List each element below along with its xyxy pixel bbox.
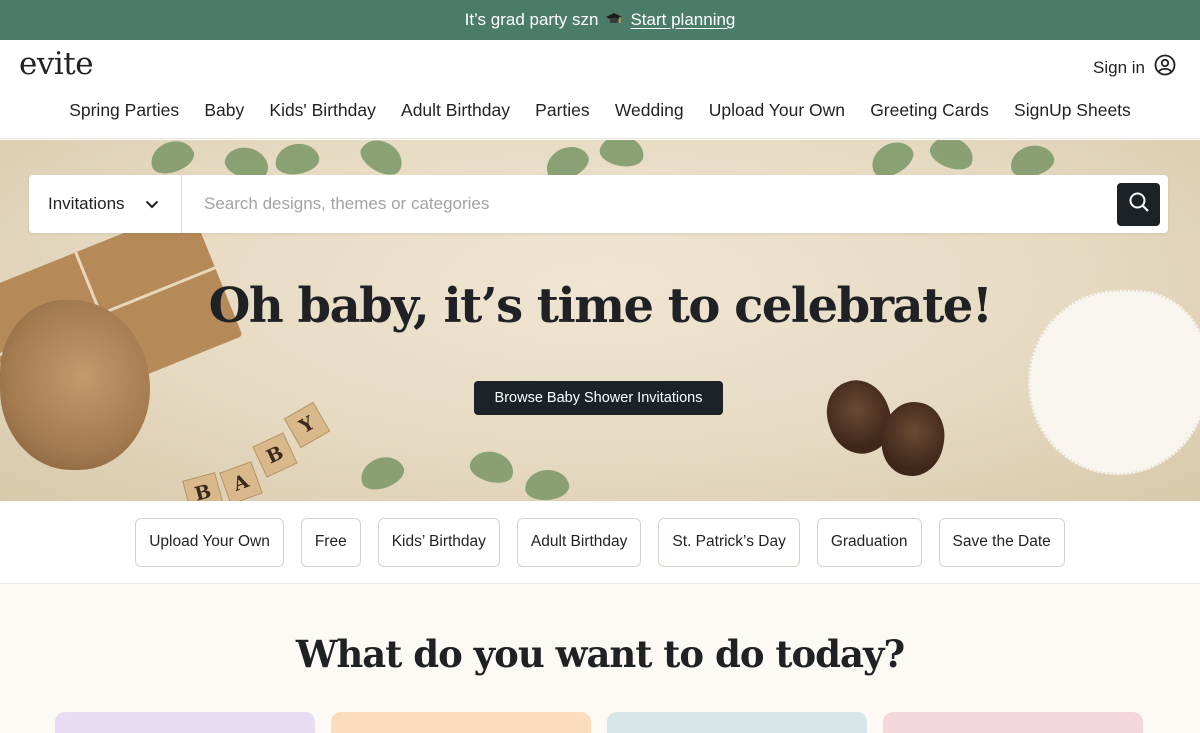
user-icon <box>1154 54 1176 81</box>
chip-kids-birthday[interactable]: Kids’ Birthday <box>377 517 500 567</box>
start-planning-link[interactable]: Start planning <box>630 10 735 30</box>
site-header: evite Sign in Spring Parties Baby Kids' … <box>0 40 1200 139</box>
nav-spring-parties[interactable]: Spring Parties <box>57 100 192 121</box>
search-icon <box>1128 191 1150 218</box>
chip-upload-your-own[interactable]: Upload Your Own <box>135 517 284 567</box>
main-nav: Spring Parties Baby Kids' Birthday Adult… <box>0 100 1200 121</box>
browse-baby-shower-button[interactable]: Browse Baby Shower Invitations <box>474 381 723 415</box>
category-chips: Upload Your Own Free Kids’ Birthday Adul… <box>0 501 1200 584</box>
letter-block: A <box>219 461 263 501</box>
search-input[interactable] <box>182 194 1117 214</box>
section-title: What do you want to do today? <box>295 632 905 676</box>
nav-upload-your-own[interactable]: Upload Your Own <box>696 100 857 121</box>
letter-block: B <box>182 472 224 501</box>
nav-adult-birthday[interactable]: Adult Birthday <box>388 100 522 121</box>
action-tile[interactable] <box>607 712 867 733</box>
promo-banner: It’s grad party szn Start planning <box>0 0 1200 40</box>
eucalyptus-leaf-decoration <box>272 140 322 178</box>
eucalyptus-leaf-decoration <box>356 451 408 495</box>
letter-block: Y <box>283 401 331 449</box>
eucalyptus-leaf-decoration <box>466 446 518 488</box>
promo-text: It’s grad party szn <box>464 10 599 29</box>
sign-in-link[interactable]: Sign in <box>1093 54 1176 81</box>
search-button[interactable] <box>1117 182 1160 226</box>
sign-in-label: Sign in <box>1093 57 1145 77</box>
chip-adult-birthday[interactable]: Adult Birthday <box>516 517 642 567</box>
search-bar: Invitations <box>29 175 1168 233</box>
evite-logo[interactable]: evite <box>19 46 94 82</box>
chip-st-patricks-day[interactable]: St. Patrick’s Day <box>658 517 800 567</box>
search-category-dropdown[interactable]: Invitations <box>29 175 182 233</box>
eucalyptus-leaf-decoration <box>523 468 571 501</box>
graduation-cap-icon <box>606 12 623 29</box>
nav-greeting-cards[interactable]: Greeting Cards <box>858 100 1002 121</box>
eucalyptus-leaf-decoration <box>597 140 647 170</box>
nav-parties[interactable]: Parties <box>523 100 603 121</box>
action-tile[interactable] <box>55 712 315 733</box>
nav-signup-sheets[interactable]: SignUp Sheets <box>1001 100 1143 121</box>
search-category-label: Invitations <box>48 194 125 213</box>
letter-block: B <box>252 432 298 478</box>
hero-banner: B A B Y Invitations Oh baby, it’s time t… <box>0 140 1200 501</box>
action-tile[interactable] <box>883 712 1143 733</box>
nav-wedding[interactable]: Wedding <box>602 100 696 121</box>
action-tile[interactable] <box>331 712 591 733</box>
eucalyptus-leaf-decoration <box>926 140 978 175</box>
eucalyptus-leaf-decoration <box>146 140 198 179</box>
chip-free[interactable]: Free <box>300 517 361 567</box>
nav-kids-birthday[interactable]: Kids' Birthday <box>257 100 389 121</box>
chevron-down-icon <box>145 194 159 214</box>
nav-baby[interactable]: Baby <box>192 100 257 121</box>
chip-save-the-date[interactable]: Save the Date <box>938 517 1065 567</box>
chip-graduation[interactable]: Graduation <box>816 517 922 567</box>
hero-title: Oh baby, it’s time to celebrate! <box>208 278 993 334</box>
